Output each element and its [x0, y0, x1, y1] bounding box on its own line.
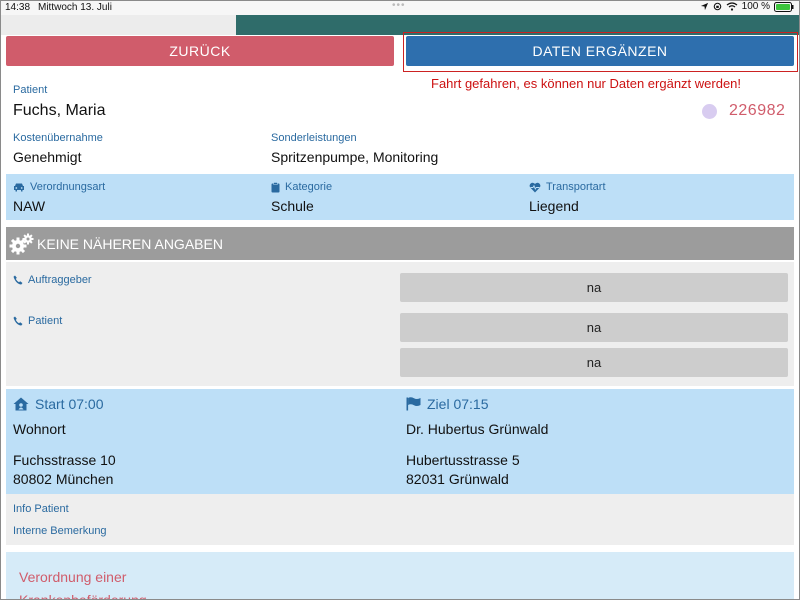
- status-indicators: 100 %: [700, 1, 794, 12]
- status-bar: 14:38 Mittwoch 13. Juli ••• 100 %: [0, 0, 800, 15]
- category-label: Kategorie: [271, 181, 332, 193]
- start-label: Start 07:00: [13, 396, 104, 412]
- goal-city: 82031 Grünwald: [406, 471, 509, 487]
- category-value: Schule: [271, 198, 314, 214]
- start-city: 80802 München: [13, 471, 114, 487]
- section-header[interactable]: KEINE NÄHEREN ANGABEN: [6, 227, 794, 260]
- prescription-card: Verordnung einer Krankenbeförderung: [6, 552, 794, 600]
- cost-value: Genehmigt: [13, 149, 82, 165]
- internal-remark-label: Interne Bemerkung: [13, 525, 107, 537]
- status-date: Mittwoch 13. Juli: [38, 2, 112, 13]
- status-time: 14:38: [5, 2, 31, 13]
- status-indicator: [702, 104, 717, 119]
- section-header-title: KEINE NÄHEREN ANGABEN: [37, 235, 223, 252]
- battery-percent: 100 %: [741, 1, 770, 12]
- home-icon: [13, 397, 29, 411]
- lock-rotation-icon: [713, 2, 721, 11]
- special-services-label: Sonderleistungen: [271, 132, 357, 144]
- route-band: [6, 389, 794, 494]
- client-label: Auftraggeber: [13, 274, 92, 286]
- clipboard-icon: [271, 181, 280, 192]
- warning-message: Fahrt gefahren, es können nur Daten ergä…: [431, 76, 742, 91]
- goal-label: Ziel 07:15: [406, 396, 488, 412]
- transport-type-label: Transportart: [529, 181, 606, 193]
- patient-phone-button-2[interactable]: na: [400, 348, 788, 377]
- cost-label: Kostenübernahme: [13, 132, 103, 144]
- complete-data-button[interactable]: DATEN ERGÄNZEN: [406, 36, 794, 66]
- transport-type-value: Liegend: [529, 198, 579, 214]
- location-arrow-icon: [700, 2, 708, 11]
- prescription-type-value: NAW: [13, 198, 46, 214]
- heartbeat-icon: [529, 182, 541, 192]
- phone-icon: [13, 316, 23, 326]
- order-number: 226982: [729, 102, 786, 119]
- battery-icon: [774, 1, 794, 12]
- client-phone-button[interactable]: na: [400, 273, 788, 302]
- patient-label: Patient: [13, 84, 48, 96]
- prescription-type-label: Verordnungsart: [13, 181, 105, 193]
- goal-street: Hubertusstrasse 5: [406, 452, 520, 468]
- start-name: Wohnort: [13, 421, 66, 437]
- prescription-card-title-line2: Krankenbeförderung: [19, 592, 147, 600]
- patient-phone-label: Patient: [13, 315, 62, 327]
- patient-name: Fuchs, Maria: [13, 102, 106, 119]
- wifi-icon: [726, 2, 738, 11]
- multitask-dots-icon: •••: [392, 0, 406, 11]
- info-patient-label: Info Patient: [13, 503, 69, 515]
- goal-name: Dr. Hubertus Grünwald: [406, 421, 549, 437]
- prescription-card-title: Verordnung einer: [19, 569, 127, 585]
- special-services-value: Spritzenpumpe, Monitoring: [271, 149, 439, 165]
- flag-icon: [406, 397, 421, 411]
- car-icon: [14, 183, 24, 192]
- transport-info-band: [6, 174, 794, 220]
- start-street: Fuchsstrasse 10: [13, 452, 116, 468]
- notes-area: [6, 494, 794, 545]
- gears-icon: [9, 233, 34, 254]
- phone-icon: [13, 275, 23, 285]
- back-button[interactable]: ZURÜCK: [6, 36, 394, 66]
- patient-phone-button-1[interactable]: na: [400, 313, 788, 342]
